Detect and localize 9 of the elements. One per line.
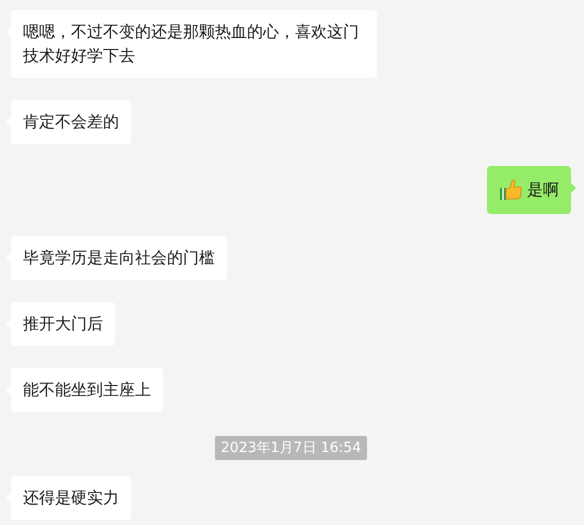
- bubble-tail: [570, 182, 576, 194]
- timestamp: 2023年1月7日 16:54: [214, 436, 368, 460]
- message-bubble: 能不能坐到主座上: [11, 368, 163, 412]
- message-bubble: 还得是硬实力: [11, 476, 131, 520]
- message-bubble: 肯定不会差的: [11, 100, 131, 144]
- message-bubble: 嗯嗯，不过不变的还是那颗热血的心，喜欢这门技术好好学下去: [11, 10, 377, 78]
- message-bubble: 是啊: [487, 166, 571, 214]
- message-bubble: 毕竟学历是走向社会的门槛: [11, 236, 227, 280]
- message-bubble: 推开大门后: [11, 302, 115, 346]
